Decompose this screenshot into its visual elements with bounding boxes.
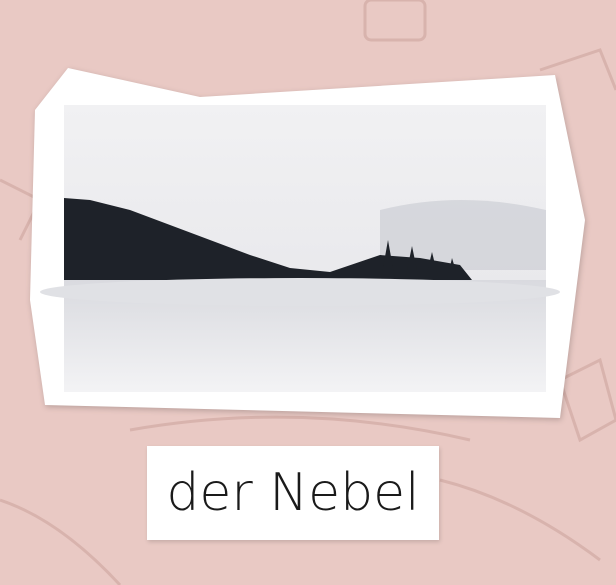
- fog-forest-photo: [40, 105, 560, 392]
- word-label: der Nebel: [147, 446, 439, 540]
